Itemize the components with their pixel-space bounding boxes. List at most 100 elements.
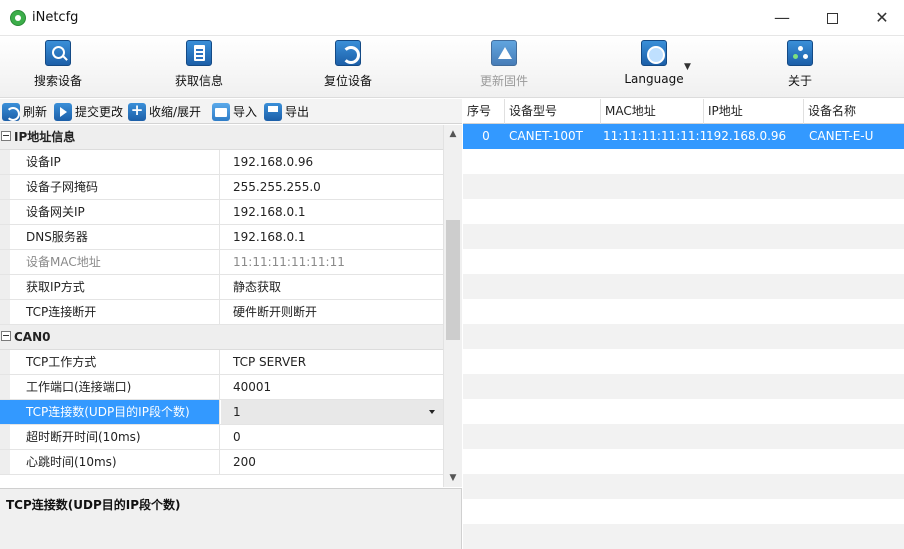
import-button[interactable]: 导入 — [212, 102, 257, 121]
property-row[interactable]: 设备网关IP 192.168.0.1 — [0, 200, 443, 225]
property-row[interactable]: 获取IP方式 静态获取 — [0, 275, 443, 300]
property-value[interactable]: TCP SERVER — [221, 350, 443, 374]
property-value[interactable]: 硬件断开则断开 — [221, 300, 443, 324]
search-icon — [45, 40, 71, 66]
app-logo-icon — [10, 10, 26, 26]
property-toolbar: 刷新 提交更改 收缩/展开 导入 导出 — [0, 99, 462, 124]
reset-device-label: 复位设备 — [323, 74, 372, 88]
property-row[interactable]: 超时断开时间(10ms) 0 — [0, 425, 443, 450]
maximize-button[interactable] — [812, 4, 852, 32]
column-header-mac[interactable]: MAC地址 — [601, 99, 704, 124]
property-name: TCP连接断开 — [0, 300, 220, 324]
property-row-selected[interactable]: TCP连接数(UDP目的IP段个数) 1 — [0, 400, 443, 425]
device-list-header: 序号 设备型号 MAC地址 IP地址 设备名称 — [463, 99, 904, 124]
property-row[interactable]: DNS服务器 192.168.0.1 — [0, 225, 443, 250]
refresh-button[interactable]: 刷新 — [2, 102, 47, 121]
column-header-index[interactable]: 序号 — [463, 99, 505, 124]
collapse-icon[interactable] — [1, 131, 11, 141]
minimize-button[interactable]: — — [762, 4, 802, 32]
property-row[interactable]: 工作端口(连接端口) 40001 — [0, 375, 443, 400]
device-model: CANET-100T — [509, 129, 583, 143]
get-info-button[interactable]: 获取信息 — [169, 40, 229, 96]
submit-changes-button[interactable]: 提交更改 — [54, 102, 128, 121]
save-icon — [264, 102, 282, 121]
category-can0[interactable]: CAN0 — [0, 325, 443, 350]
reset-icon — [335, 40, 361, 66]
device-ip: 192.168.0.96 — [706, 129, 787, 143]
collapse-icon[interactable] — [1, 331, 11, 341]
property-value[interactable]: 200 — [221, 450, 443, 474]
firmware-upload-icon — [491, 40, 517, 66]
property-value[interactable]: 40001 — [221, 375, 443, 399]
document-icon — [186, 40, 212, 66]
property-value[interactable]: 静态获取 — [221, 275, 443, 299]
property-row[interactable]: TCP工作方式 TCP SERVER — [0, 350, 443, 375]
scroll-up-icon[interactable]: ▲ — [444, 125, 462, 143]
property-value: 11:11:11:11:11:11 — [233, 255, 345, 269]
property-value[interactable]: 192.168.0.1 — [221, 225, 443, 249]
property-grid: IP地址信息 设备IP 192.168.0.96 设备子网掩码 255.255.… — [0, 125, 462, 487]
column-header-model[interactable]: 设备型号 — [505, 99, 601, 124]
property-row[interactable]: 设备子网掩码 255.255.255.0 — [0, 175, 443, 200]
export-label: 导出 — [285, 105, 310, 119]
export-button[interactable]: 导出 — [264, 102, 309, 121]
property-value[interactable]: 192.168.0.96 — [221, 150, 443, 174]
property-name: TCP连接数(UDP目的IP段个数) — [0, 400, 220, 424]
column-header-ip[interactable]: IP地址 — [704, 99, 804, 124]
device-index: 0 — [482, 129, 490, 143]
property-value[interactable]: 255.255.255.0 — [221, 175, 443, 199]
collapse-expand-button[interactable]: 收缩/展开 — [128, 101, 202, 121]
property-description-title: TCP连接数(UDP目的IP段个数) — [6, 498, 181, 512]
empty-row — [463, 274, 904, 299]
property-name: 设备网关IP — [0, 200, 220, 224]
scrollbar-thumb[interactable] — [446, 220, 460, 340]
property-name: 工作端口(连接端口) — [0, 375, 220, 399]
expand-icon — [128, 101, 146, 121]
empty-row — [463, 224, 904, 249]
property-value[interactable]: 0 — [221, 425, 443, 449]
submit-arrow-icon — [54, 102, 72, 121]
device-list: 序号 设备型号 MAC地址 IP地址 设备名称 0 CANET-100T 11:… — [463, 99, 904, 549]
about-button[interactable]: 关于 — [775, 40, 825, 96]
about-label: 关于 — [787, 74, 812, 88]
close-button[interactable]: ✕ — [862, 4, 902, 32]
property-value-dropdown[interactable]: 1 — [221, 400, 443, 424]
property-grid-scrollbar[interactable]: ▲ ▼ — [443, 125, 462, 487]
category-label: IP地址信息 — [14, 130, 76, 144]
empty-row — [463, 374, 904, 399]
device-mac: 11:11:11:11:11:11 — [603, 129, 706, 143]
main-toolbar: 搜索设备 获取信息 复位设备 更新固件 ▼ Language 关于 — [0, 36, 904, 98]
empty-row — [463, 174, 904, 199]
title-bar: iNetcfg — ✕ — [0, 0, 904, 36]
empty-row — [463, 524, 904, 549]
reset-device-button[interactable]: 复位设备 — [318, 40, 378, 96]
dropdown-arrow-icon[interactable] — [429, 410, 435, 414]
import-label: 导入 — [233, 105, 258, 119]
window-title: iNetcfg — [32, 10, 79, 25]
property-row[interactable]: 设备IP 192.168.0.96 — [0, 150, 443, 175]
property-row[interactable]: TCP连接断开 硬件断开则断开 — [0, 300, 443, 325]
category-ip-address[interactable]: IP地址信息 — [0, 125, 443, 150]
property-row: 设备MAC地址 11:11:11:11:11:11 — [0, 250, 443, 275]
scroll-down-icon[interactable]: ▼ — [444, 469, 462, 487]
get-info-label: 获取信息 — [174, 74, 223, 88]
language-label: Language — [624, 72, 684, 86]
device-row-selected[interactable]: 0 CANET-100T 11:11:11:11:11:11 192.168.0… — [463, 124, 904, 149]
update-firmware-label: 更新固件 — [479, 74, 528, 88]
column-header-device-name[interactable]: 设备名称 — [804, 99, 904, 124]
empty-row — [463, 324, 904, 349]
language-button[interactable]: ▼ Language — [614, 40, 694, 96]
collapse-expand-label: 收缩/展开 — [149, 105, 202, 119]
folder-icon — [212, 102, 230, 121]
update-firmware-button[interactable]: 更新固件 — [474, 40, 534, 96]
property-description-pane: TCP连接数(UDP目的IP段个数) — [0, 488, 462, 549]
property-name: DNS服务器 — [0, 225, 220, 249]
dropdown-value: 1 — [233, 405, 241, 419]
property-value[interactable]: 192.168.0.1 — [221, 200, 443, 224]
property-row[interactable]: 心跳时间(10ms) 200 — [0, 450, 443, 475]
search-devices-label: 搜索设备 — [33, 74, 82, 88]
search-devices-button[interactable]: 搜索设备 — [28, 40, 88, 96]
maximize-icon — [826, 13, 838, 24]
submit-changes-label: 提交更改 — [75, 105, 124, 119]
category-label: CAN0 — [14, 330, 51, 344]
